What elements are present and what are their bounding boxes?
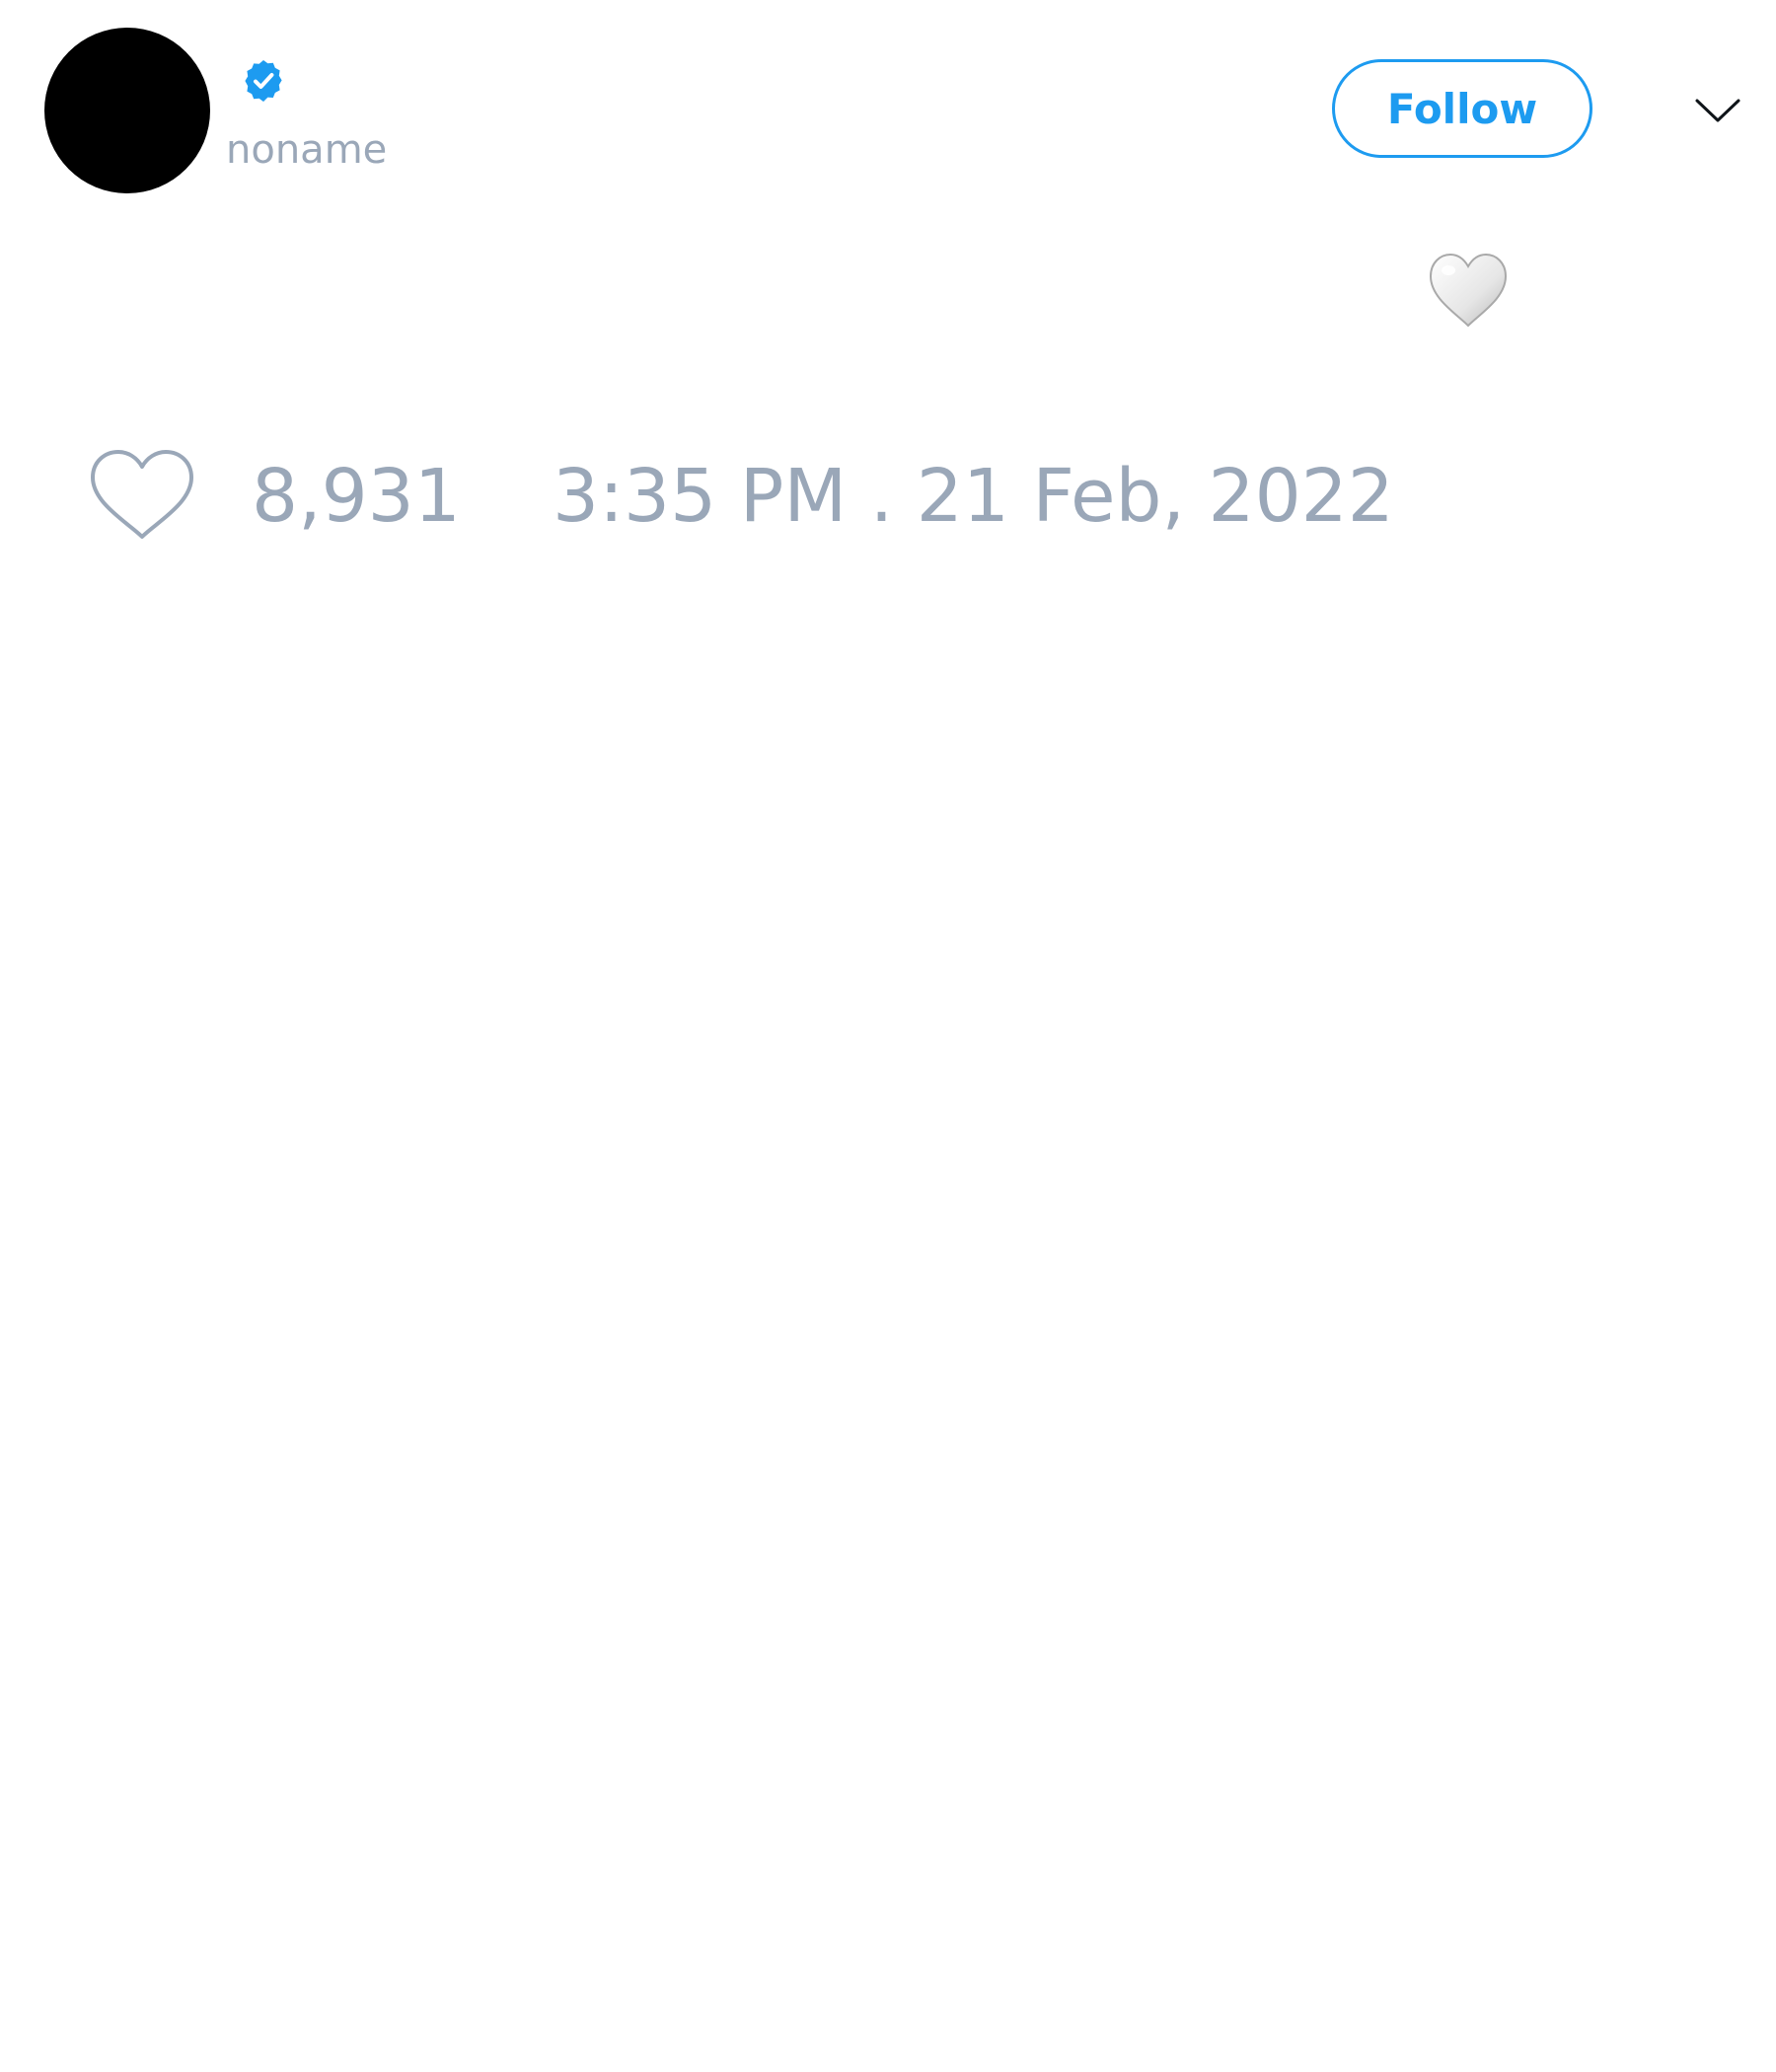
tweet-embed: noname Follow 8,931 3:35 PM . 21 Feb, 20… [0,0,1776,2072]
follow-button[interactable]: Follow [1332,59,1592,158]
like-count: 8,931 [252,454,461,539]
tweet-timestamp[interactable]: 3:35 PM . 21 Feb, 2022 [553,452,1394,541]
avatar[interactable] [44,28,210,193]
heart-outline-icon[interactable] [89,448,195,543]
chevron-down-icon[interactable] [1693,91,1742,130]
white-heart-emoji-icon [1429,253,1508,328]
verified-badge-icon [245,60,282,102]
user-handle[interactable]: noname [226,126,387,174]
